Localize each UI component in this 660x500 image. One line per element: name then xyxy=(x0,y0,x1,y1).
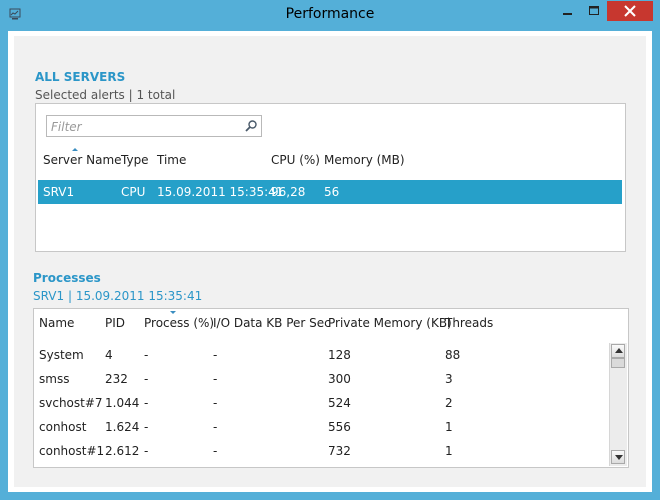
process-pid: 232 xyxy=(105,372,128,386)
table-row[interactable]: SRV1 CPU 15.09.2011 15:35:41 96,28 56 xyxy=(38,180,622,204)
process-percent: - xyxy=(144,348,149,362)
process-io: - xyxy=(213,348,218,362)
sort-ascending-icon xyxy=(72,148,78,151)
filter-input[interactable]: Filter xyxy=(46,115,262,137)
process-io: - xyxy=(213,420,218,434)
column-header-name[interactable]: Name xyxy=(39,316,74,330)
process-threads: 1 xyxy=(445,444,453,458)
minimize-icon xyxy=(563,13,572,15)
column-header-threads[interactable]: Threads xyxy=(445,316,493,330)
close-icon xyxy=(624,5,636,17)
cell-server: SRV1 xyxy=(43,185,75,199)
cell-cpu: 96,28 xyxy=(271,185,306,199)
process-percent: - xyxy=(144,396,149,410)
process-memory: 128 xyxy=(328,348,351,362)
title-bar[interactable]: Performance xyxy=(0,0,660,31)
process-pid: 2.612 xyxy=(105,444,140,458)
processes-scrollbar[interactable] xyxy=(609,343,627,466)
process-threads: 2 xyxy=(445,396,453,410)
process-io: - xyxy=(213,372,218,386)
column-header-process[interactable]: Process (%) xyxy=(144,316,214,330)
processes-subtitle: SRV1 | 15.09.2011 15:35:41 xyxy=(33,289,203,303)
process-memory: 524 xyxy=(328,396,351,410)
column-header-io[interactable]: I/O Data KB Per Sec xyxy=(213,316,331,330)
process-name: conhost xyxy=(39,420,87,434)
process-memory: 732 xyxy=(328,444,351,458)
process-percent: - xyxy=(144,444,149,458)
cell-time: 15.09.2011 15:35:41 xyxy=(157,185,284,199)
column-header-private-memory[interactable]: Private Memory (KB) xyxy=(328,316,452,330)
search-icon[interactable] xyxy=(244,119,258,133)
maximize-button[interactable] xyxy=(581,1,607,21)
process-threads: 88 xyxy=(445,348,461,362)
process-memory: 300 xyxy=(328,372,351,386)
all-servers-subtitle: Selected alerts | 1 total xyxy=(35,88,176,102)
cell-type: CPU xyxy=(121,185,146,199)
cell-memory: 56 xyxy=(324,185,340,199)
process-io: - xyxy=(213,396,218,410)
process-name: conhost#1 xyxy=(39,444,105,458)
all-servers-title: ALL SERVERS xyxy=(35,70,126,84)
column-header-server-name[interactable]: Server Name xyxy=(43,153,122,167)
process-pid: 4 xyxy=(105,348,113,362)
process-name: svchost#7 xyxy=(39,396,103,410)
close-button[interactable] xyxy=(607,1,653,21)
process-threads: 3 xyxy=(445,372,453,386)
process-name: smss xyxy=(39,372,70,386)
minimize-button[interactable] xyxy=(555,1,581,21)
scroll-thumb[interactable] xyxy=(611,358,625,368)
column-header-cpu[interactable]: CPU (%) xyxy=(271,153,320,167)
process-threads: 1 xyxy=(445,420,453,434)
maximize-icon xyxy=(589,6,599,15)
arrow-up-icon xyxy=(615,348,623,353)
process-percent: - xyxy=(144,420,149,434)
process-percent: - xyxy=(144,372,149,386)
column-header-pid[interactable]: PID xyxy=(105,316,125,330)
process-pid: 1.624 xyxy=(105,420,140,434)
process-name: System xyxy=(39,348,84,362)
column-header-time[interactable]: Time xyxy=(157,153,186,167)
performance-window: Performance ALL SERVERS Selected alerts … xyxy=(0,0,660,500)
process-pid: 1.044 xyxy=(105,396,140,410)
sort-descending-icon xyxy=(170,311,176,314)
process-memory: 556 xyxy=(328,420,351,434)
column-header-type[interactable]: Type xyxy=(121,153,149,167)
filter-placeholder: Filter xyxy=(51,120,82,134)
scroll-down-button[interactable] xyxy=(611,450,625,464)
scroll-up-button[interactable] xyxy=(611,344,625,358)
processes-title: Processes xyxy=(33,271,101,285)
arrow-down-icon xyxy=(615,455,623,460)
column-header-memory[interactable]: Memory (MB) xyxy=(324,153,405,167)
process-io: - xyxy=(213,444,218,458)
